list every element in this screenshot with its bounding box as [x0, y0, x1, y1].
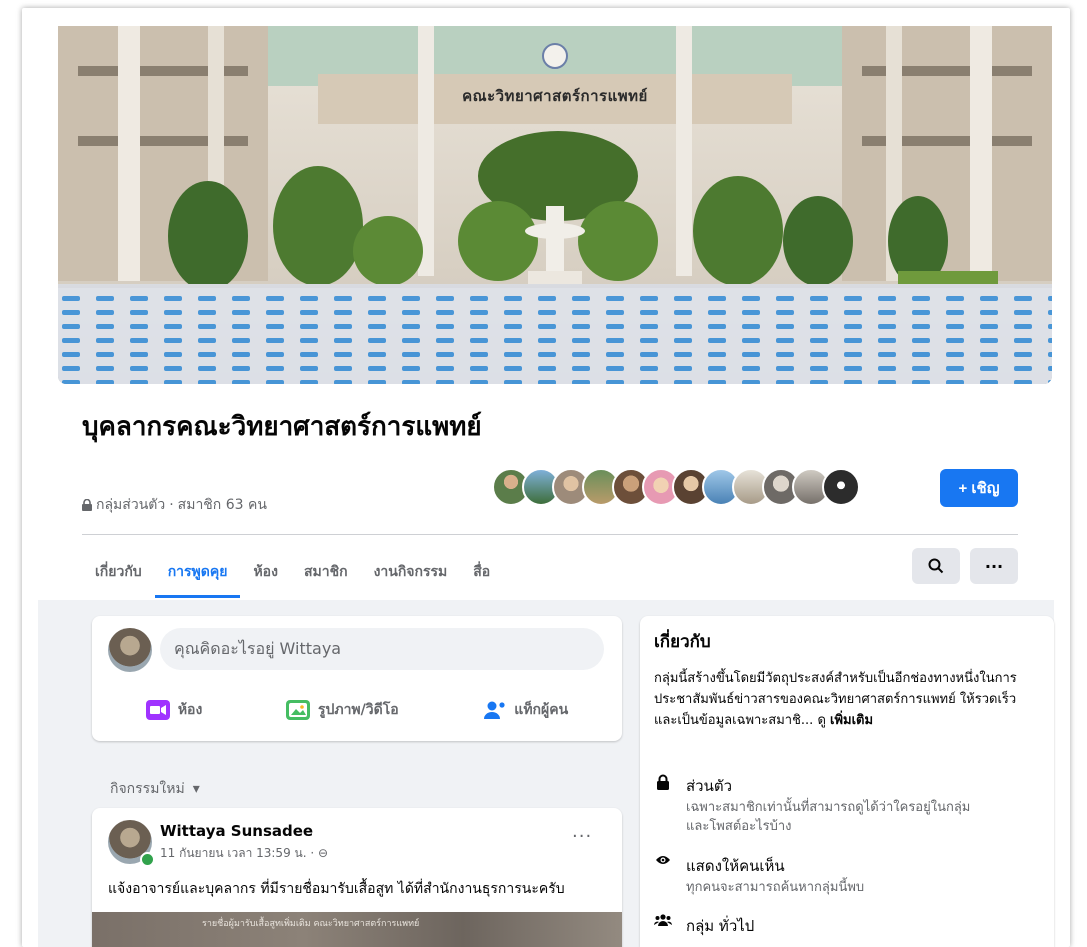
about-item-title: ส่วนตัว — [686, 777, 732, 795]
chevron-down-icon: ▾ — [192, 781, 200, 797]
page-frame: คณะวิทยาศาสตร์การแพทย์ บุคลากรคณะวิทยาศา… — [22, 8, 1070, 947]
tag-people-icon — [482, 700, 506, 720]
more-icon: ··· — [984, 556, 1004, 576]
post-timestamp[interactable]: 11 กันยายน เวลา 13:59 น. · ⊖ — [160, 844, 328, 863]
group-icon — [654, 914, 672, 938]
tab-events[interactable]: งานกิจกรรม — [361, 546, 461, 598]
post-text: แจ้งอาจารย์และบุคลากร ที่มีรายชื่อมารับเ… — [108, 881, 565, 897]
about-item-title: แสดงให้คนเห็น — [686, 857, 785, 875]
member-count[interactable]: สมาชิก 63 คน — [178, 494, 267, 516]
cover-photo[interactable]: คณะวิทยาศาสตร์การแพทย์ — [58, 26, 1052, 384]
about-item-group-type: กลุ่ม ทั่วไป — [654, 914, 754, 938]
search-icon — [928, 558, 944, 574]
online-status-icon — [140, 852, 155, 867]
search-button[interactable] — [912, 548, 960, 584]
activity-label: กิจกรรมใหม่ — [110, 781, 185, 797]
about-title: เกี่ยวกับ — [654, 632, 711, 652]
avatar[interactable] — [108, 628, 152, 672]
tag-people-button[interactable]: แท็กผู้คน — [482, 699, 568, 721]
invite-button[interactable]: + เชิญ — [940, 469, 1018, 507]
about-item-visible: แสดงให้คนเห็น ทุกคนจะสามารถค้นหากลุ่มนี้… — [654, 854, 864, 897]
tag-people-label: แท็กผู้คน — [514, 702, 569, 718]
room-label: ห้อง — [177, 702, 203, 718]
photo-video-label: รูปภาพ/วิดีโอ — [317, 702, 399, 718]
about-see-more[interactable]: เพิ่มเติม — [830, 713, 873, 728]
video-room-icon — [145, 700, 170, 720]
tab-discussion[interactable]: การพูดคุย — [154, 546, 241, 598]
meta-separator: · — [169, 497, 174, 513]
lock-icon — [654, 774, 672, 836]
post-more-icon[interactable]: ··· — [572, 826, 592, 847]
tab-rooms[interactable]: ห้อง — [240, 546, 290, 598]
cover-image — [58, 26, 1052, 384]
room-button[interactable]: ห้อง — [145, 699, 203, 721]
more-button[interactable]: ··· — [970, 548, 1018, 584]
photo-video-icon — [285, 700, 310, 720]
post-author[interactable]: Wittaya Sunsadee — [160, 822, 313, 840]
cover-sign-text: คณะวิทยาศาสตร์การแพทย์ — [462, 87, 648, 105]
post-composer: คุณคิดอะไรอยู่ Wittaya ห้อง รูปภาพ/วิดีโ… — [92, 616, 622, 741]
composer-actions: ห้อง รูปภาพ/วิดีโอ แท็กผู้คน — [104, 688, 610, 732]
about-description: กลุ่มนี้สร้างขึ้นโดยมีวัตถุประสงค์สำหรับ… — [654, 668, 1034, 731]
tab-members[interactable]: สมาชิก — [291, 546, 361, 598]
group-tabs: เกี่ยวกับ การพูดคุย ห้อง สมาชิก งานกิจกร… — [82, 546, 503, 598]
group-meta: กลุ่มส่วนตัว · สมาชิก 63 คน — [82, 494, 267, 516]
about-item-subtitle: เฉพาะสมาชิกเท่านั้นที่สามารถดูได้ว่าใครอ… — [686, 800, 971, 834]
composer-input[interactable]: คุณคิดอะไรอยู่ Wittaya — [160, 628, 604, 670]
post-image-caption: รายชื่อผู้มารับเสื้อสูทเพิ่มเติม คณะวิทย… — [202, 919, 420, 929]
header-divider — [82, 534, 1018, 535]
about-item-private: ส่วนตัว เฉพาะสมาชิกเท่านั้นที่สามารถดูได… — [654, 774, 986, 836]
group-title[interactable]: บุคลากรคณะวิทยาศาสตร์การแพทย์ — [82, 410, 512, 444]
lock-icon — [82, 498, 92, 511]
eye-icon — [654, 854, 672, 897]
photo-video-button[interactable]: รูปภาพ/วิดีโอ — [285, 699, 399, 721]
feed-post: Wittaya Sunsadee 11 กันยายน เวลา 13:59 น… — [92, 808, 622, 947]
tab-about[interactable]: เกี่ยวกับ — [82, 546, 155, 598]
about-item-title: กลุ่ม ทั่วไป — [686, 917, 755, 935]
group-privacy[interactable]: กลุ่มส่วนตัว — [96, 494, 165, 516]
about-item-subtitle: ทุกคนจะสามารถค้นหากลุ่มนี้พบ — [686, 880, 865, 895]
member-avatar[interactable] — [822, 468, 860, 506]
member-avatars[interactable] — [492, 468, 860, 508]
about-card: เกี่ยวกับ กลุ่มนี้สร้างขึ้นโดยมีวัตถุประ… — [640, 616, 1054, 947]
tab-media[interactable]: สื่อ — [460, 546, 503, 598]
activity-sort[interactable]: กิจกรรมใหม่ ▾ — [110, 778, 200, 800]
